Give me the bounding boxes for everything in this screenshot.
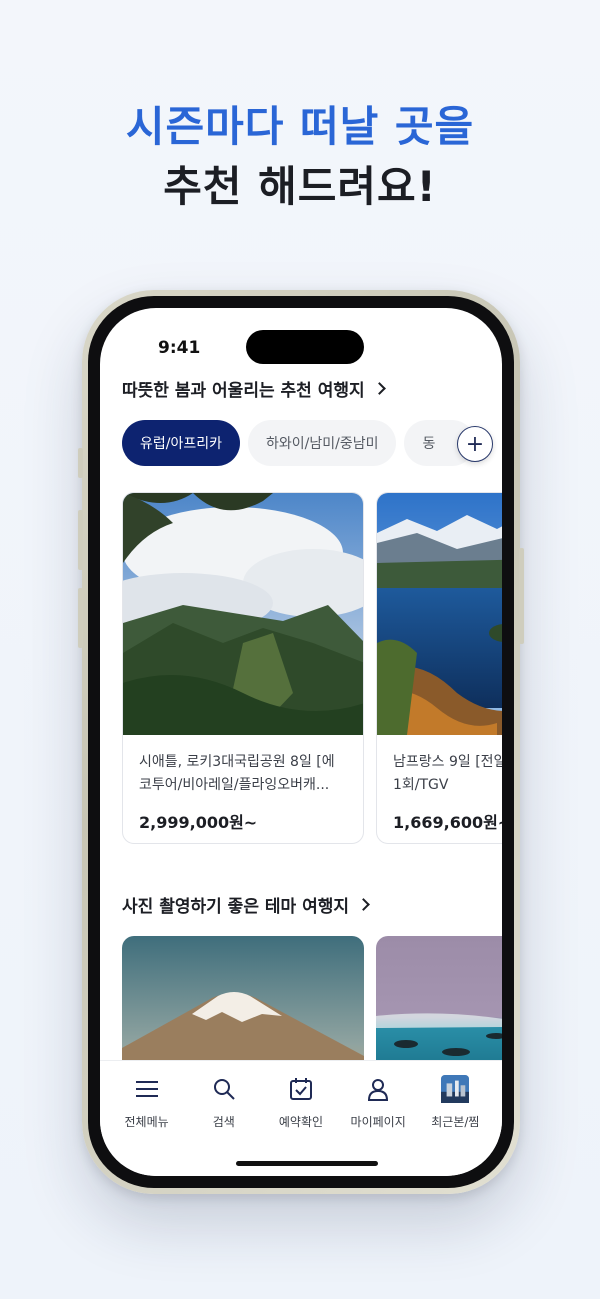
chevron-right-icon xyxy=(372,382,386,395)
chevron-right-icon xyxy=(357,898,370,911)
product-card[interactable]: 남프랑스 9일 [전일정 호텔/국내선 1회/TGV 1,669,600원~ xyxy=(376,492,502,844)
card-title: 남프랑스 9일 [전일정 호텔/국내선 1회/TGV xyxy=(393,754,502,793)
section-title-photo[interactable]: 사진 촬영하기 좋은 테마 여행지 xyxy=(122,892,370,917)
mountain-lake-island-photo xyxy=(377,493,502,735)
tab-my-page[interactable]: 마이페이지 xyxy=(340,1061,416,1176)
hero-line-2: 추천 해드려요! xyxy=(163,162,437,211)
hero-heading: 시즌마다 떠날 곳을 추천 해드려요! xyxy=(0,98,600,216)
section-title-spring[interactable]: 따뜻한 봄과 어울리는 추천 여행지 xyxy=(122,376,386,401)
phone-mockup: 9:41 따뜻한 봄과 어울리는 추천 여행지 유럽/아프리카 하와이/남미/중… xyxy=(78,290,524,1194)
dynamic-island xyxy=(246,330,364,364)
tab-label: 전체메뉴 xyxy=(124,1115,169,1129)
bottom-tab-bar: 전체메뉴 검색 예약확인 마이페이지 최근본/찜 xyxy=(100,1060,502,1176)
app-screen: 9:41 따뜻한 봄과 어울리는 추천 여행지 유럽/아프리카 하와이/남미/중… xyxy=(100,308,502,1176)
tab-label: 마이페이지 xyxy=(350,1115,406,1129)
phone-side-button xyxy=(78,510,83,570)
hero-line-1: 시즌마다 떠날 곳을 xyxy=(125,102,475,151)
home-indicator xyxy=(236,1161,378,1166)
card-title: 시애틀, 로키3대국립공원 8일 [에코투어/비아레일/플라잉오버캐... xyxy=(139,754,335,793)
tab-search[interactable]: 검색 xyxy=(186,1061,262,1176)
card-price: 1,669,600원~ xyxy=(393,813,502,832)
chip-europe-africa[interactable]: 유럽/아프리카 xyxy=(122,420,240,466)
phone-side-button xyxy=(78,588,83,648)
user-icon xyxy=(364,1075,392,1103)
tab-reservation[interactable]: 예약확인 xyxy=(263,1061,339,1176)
tab-all-menu[interactable]: 전체메뉴 xyxy=(109,1061,185,1176)
card-price: 2,999,000원~ xyxy=(139,813,258,832)
plus-icon[interactable]: + xyxy=(457,426,493,462)
section-title-text: 사진 촬영하기 좋은 테마 여행지 xyxy=(122,897,349,917)
region-chips: 유럽/아프리카 하와이/남미/중남미 동 xyxy=(122,420,502,468)
recent-thumbnail-icon xyxy=(441,1075,470,1103)
product-card[interactable]: 시애틀, 로키3대국립공원 8일 [에코투어/비아레일/플라잉오버캐... 2,… xyxy=(122,492,364,844)
section-title-text: 따뜻한 봄과 어울리는 추천 여행지 xyxy=(122,381,365,401)
search-icon xyxy=(210,1075,238,1103)
tab-label: 최근본/찜 xyxy=(431,1115,480,1129)
tab-label: 예약확인 xyxy=(278,1115,324,1129)
calendar-check-icon xyxy=(287,1075,315,1103)
tab-recent-wishlist[interactable]: 최근본/찜 xyxy=(417,1061,493,1176)
status-time: 9:41 xyxy=(158,338,201,358)
phone-side-button xyxy=(519,548,524,644)
tab-label: 검색 xyxy=(212,1115,235,1129)
phone-bezel: 9:41 따뜻한 봄과 어울리는 추천 여행지 유럽/아프리카 하와이/남미/중… xyxy=(88,296,514,1188)
chip-hawaii-americas[interactable]: 하와이/남미/중남미 xyxy=(248,420,397,466)
phone-side-button xyxy=(78,448,83,478)
forested-cliffs-photo xyxy=(123,493,363,735)
menu-icon xyxy=(133,1075,161,1103)
